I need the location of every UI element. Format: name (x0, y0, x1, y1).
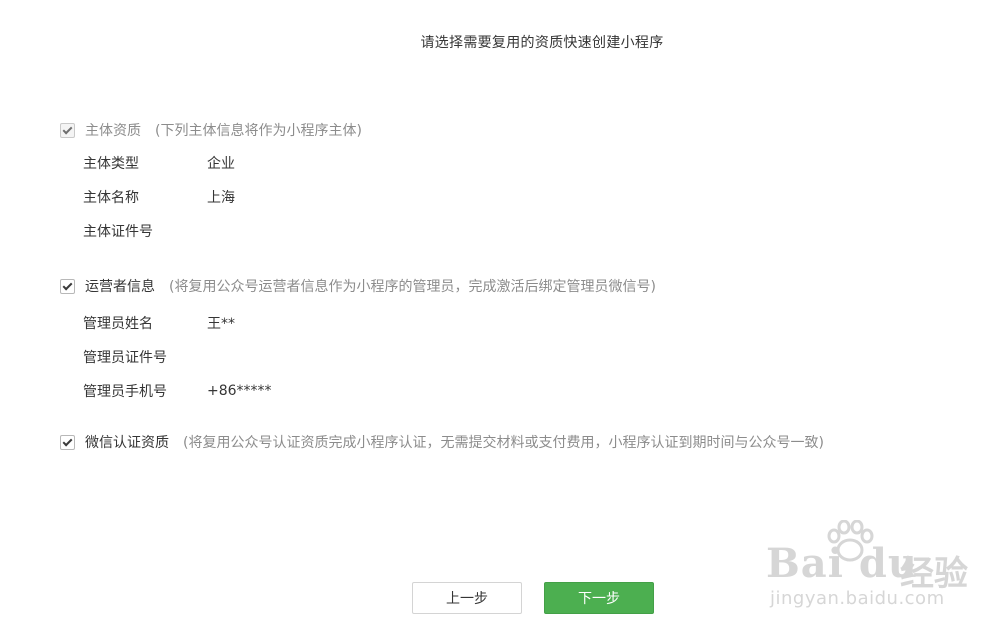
page-title: 请选择需要复用的资质快速创建小程序 (420, 35, 664, 51)
operator-info-label: 运营者信息 (85, 279, 155, 295)
admin-phone-value: +86***** (207, 383, 272, 399)
wechat-certification-label: 微信认证资质 (85, 435, 169, 451)
wechat-certification-note: (将复用公众号认证资质完成小程序认证，无需提交材料或支付费用，小程序认证到期时间… (183, 435, 824, 451)
entity-qualification-label: 主体资质 (85, 123, 141, 139)
info-row-entity-type: 主体类型 企业 (83, 146, 362, 180)
info-row-entity-id: 主体证件号 (83, 214, 362, 248)
entity-qualification-note: (下列主体信息将作为小程序主体) (155, 123, 362, 139)
operator-info-checkbox[interactable] (60, 278, 75, 294)
previous-step-button[interactable]: 上一步 (412, 582, 522, 614)
operator-info-note: (将复用公众号运营者信息作为小程序的管理员，完成激活后绑定管理员微信号) (169, 279, 656, 295)
info-row-admin-name: 管理员姓名 王** (83, 306, 656, 340)
entity-type-label: 主体类型 (83, 156, 139, 172)
operator-info-header: 运营者信息 (将复用公众号运营者信息作为小程序的管理员，完成激活后绑定管理员微信… (60, 276, 656, 296)
admin-name-value: 王** (207, 316, 235, 332)
watermark-url: jingyan.baidu.com (770, 588, 945, 609)
wechat-certification-header: 微信认证资质 (将复用公众号认证资质完成小程序认证，无需提交材料或支付费用，小程… (60, 432, 824, 452)
entity-type-value: 企业 (207, 156, 235, 172)
info-row-admin-phone: 管理员手机号 +86***** (83, 374, 656, 408)
section-wechat-certification: 微信认证资质 (将复用公众号认证资质完成小程序认证，无需提交材料或支付费用，小程… (60, 432, 824, 452)
entity-qualification-checkbox[interactable] (60, 122, 75, 138)
info-row-admin-id: 管理员证件号 (83, 340, 656, 374)
section-operator-info: 运营者信息 (将复用公众号运营者信息作为小程序的管理员，完成激活后绑定管理员微信… (60, 276, 656, 408)
entity-name-label: 主体名称 (83, 190, 139, 206)
info-row-entity-name: 主体名称 上海 (83, 180, 362, 214)
baidu-jingyan-watermark: Bai du 经验 jingyan.baidu.com (766, 520, 991, 616)
watermark-logo-text: Bai du (766, 540, 918, 587)
wechat-certification-checkbox[interactable] (60, 434, 75, 450)
entity-id-label: 主体证件号 (83, 224, 153, 240)
section-entity-qualification: 主体资质 (下列主体信息将作为小程序主体) 主体类型 企业 主体名称 上海 主体… (60, 120, 362, 248)
admin-phone-label: 管理员手机号 (83, 384, 167, 400)
entity-name-value: 上海 (207, 190, 235, 206)
admin-id-label: 管理员证件号 (83, 350, 167, 366)
admin-name-label: 管理员姓名 (83, 316, 153, 332)
next-step-button[interactable]: 下一步 (544, 582, 654, 614)
entity-qualification-header: 主体资质 (下列主体信息将作为小程序主体) (60, 120, 362, 140)
